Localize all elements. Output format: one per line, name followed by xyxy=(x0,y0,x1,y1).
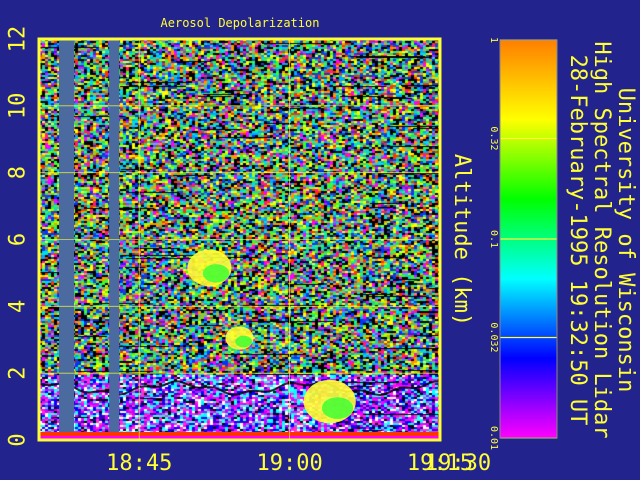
y-axis: 0 2 4 6 8 10 12 xyxy=(6,26,31,447)
y-tick-label-5: 10 xyxy=(6,93,31,120)
colorbar-tick-label-4: 0.01 xyxy=(488,426,499,450)
y-tick-label-3: 6 xyxy=(6,233,31,246)
y-tick-label-0: 0 xyxy=(6,433,31,446)
y-tick-label-4: 8 xyxy=(6,166,31,179)
y-tick-label-2: 4 xyxy=(6,300,31,313)
x-tick-label-1: 19:00 xyxy=(257,451,323,476)
aerosol-patch-core-3 xyxy=(202,264,230,283)
aerosol-patch-core-1 xyxy=(321,397,354,419)
surface-band xyxy=(39,432,440,436)
colorbar-tick-label-3: 0.032 xyxy=(488,322,499,352)
y-tick-label-1: 2 xyxy=(6,367,31,380)
y-axis-label: Altitude (km) xyxy=(449,154,474,326)
x-axis: 18:45 19:00 19:1519:30 xyxy=(106,451,491,476)
chart-title: Aerosol Depolarization xyxy=(161,16,320,30)
colorbar-tick-label-2: 0.1 xyxy=(488,230,499,248)
colorbar: 1 0.32 0.1 0.032 0.01 xyxy=(488,37,558,450)
y-tick-label-6: 12 xyxy=(6,26,31,53)
x-tick-label-0: 18:45 xyxy=(106,451,172,476)
colorbar-tick-label-0: 1 xyxy=(488,37,499,43)
colorbar-tick-label-1: 0.32 xyxy=(488,126,499,150)
plot-area xyxy=(37,37,442,442)
lidar-chart: 024681012 18:45 19:00 19:1519:30 Aerosol D… xyxy=(6,16,639,476)
aerosol-patch-core-2 xyxy=(235,335,253,348)
side-text-line2: High Spectral Resolution Lidar xyxy=(589,41,614,438)
side-text-line1: University of Wisconsin xyxy=(613,88,638,393)
x-tick-label-3: 19:30 xyxy=(425,451,491,476)
side-text-line3: 28-February-1995 19:32:50 UT xyxy=(565,55,590,426)
side-text: University of Wisconsin High Spectral Re… xyxy=(565,41,638,438)
